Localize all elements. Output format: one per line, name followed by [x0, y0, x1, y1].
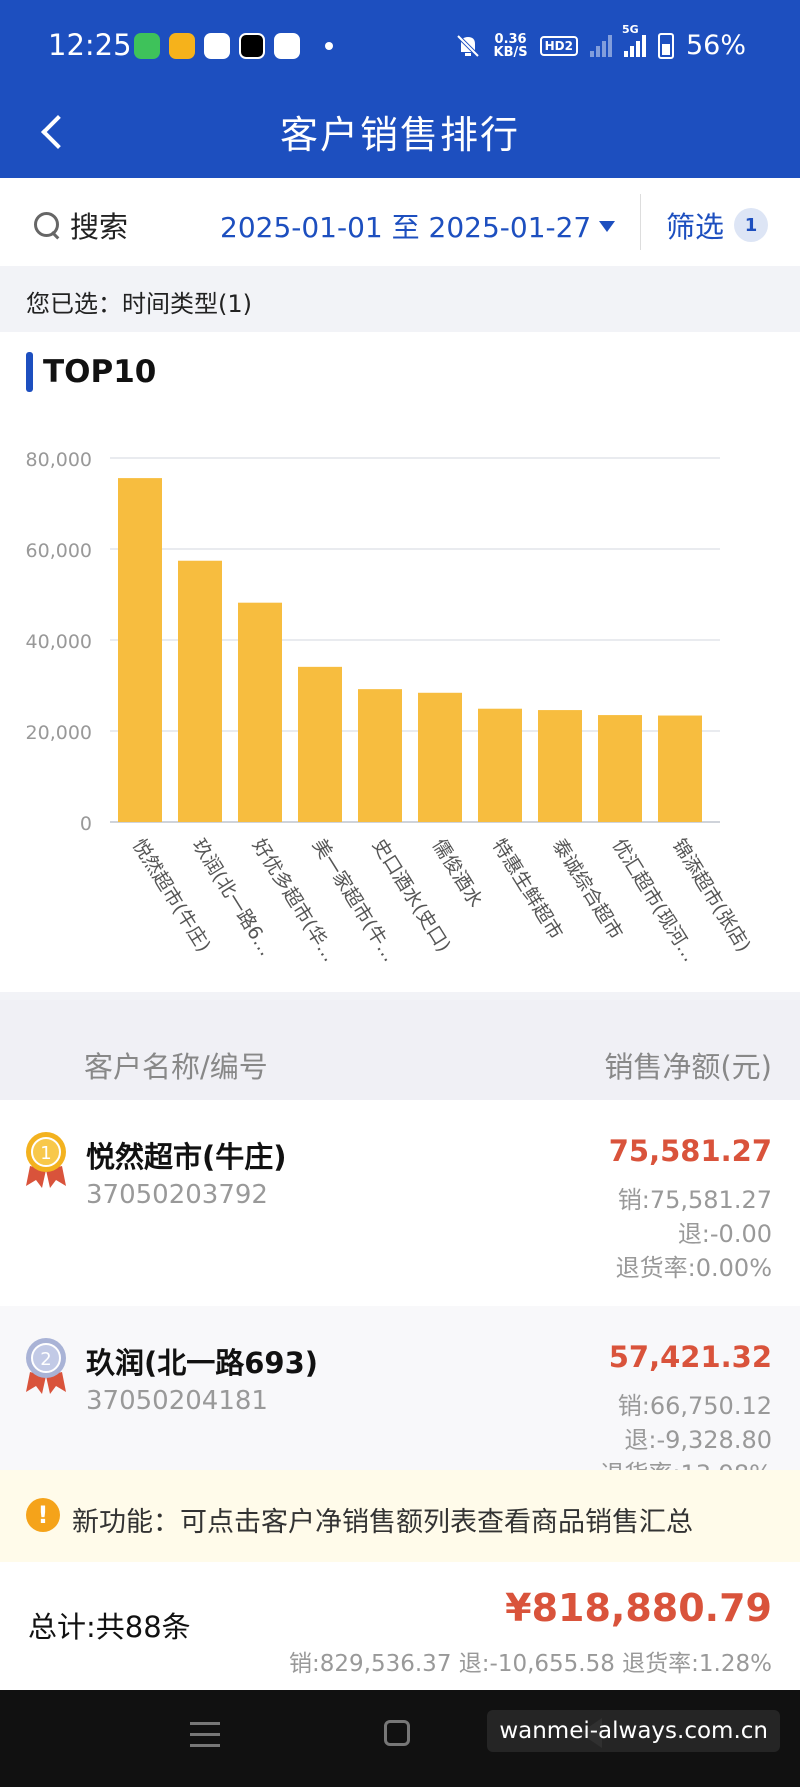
info-icon: ! [26, 1498, 60, 1532]
top10-bar-chart: 020,00040,00060,00080,000悦然超市(牛庄)玖润(北一路6… [26, 449, 755, 966]
return-rate: 退货率:13.98% [600, 1454, 772, 1470]
customer-code: 37050204181 [86, 1386, 268, 1416]
search-button[interactable]: 搜索 [32, 204, 128, 246]
return-amount: 退:-9,328.80 [624, 1426, 772, 1454]
more-notifications-dot-icon [325, 42, 333, 50]
customer-row[interactable]: 1 悦然超市(牛庄) 37050203792 75,581.27 销:75,58… [0, 1100, 800, 1306]
menu-icon[interactable] [190, 1722, 220, 1750]
page-title: 客户销售排行 [279, 113, 520, 157]
total-summary: 总计:共88条 ¥818,880.79 销:829,536.37 退:-10,6… [0, 1562, 800, 1690]
search-icon [32, 210, 62, 240]
bar [658, 715, 702, 822]
date-range-label: 2025-01-01 至 2025-01-27 [220, 211, 592, 244]
customer-code: 37050203792 [86, 1180, 268, 1210]
filter-bar: 搜索 2025-01-01 至 2025-01-27 筛选 1 [0, 178, 800, 266]
list-header: 客户名称/编号 销售净额(元) [0, 1000, 800, 1100]
bar [418, 692, 462, 822]
total-breakdown: 销:829,536.37 退:-10,655.58 退货率:1.28% [289, 1651, 772, 1677]
gold-medal-icon: 1 [26, 1132, 66, 1188]
y-tick-label: 20,000 [26, 722, 92, 744]
total-amount: ¥818,880.79 [505, 1586, 772, 1630]
home-icon[interactable] [384, 1720, 410, 1746]
filter-count-badge: 1 [734, 208, 769, 242]
divider [640, 194, 641, 250]
net-speed: 0.36 KB/S [493, 31, 528, 60]
y-tick-label: 60,000 [26, 540, 92, 562]
top10-card: TOP10 0 20,000 40,000 60,000 80,000 悦然超市(牛庄) 玖… [0, 332, 800, 992]
net-amount: 57,421.32 [608, 1340, 772, 1374]
return-amount: 退:-0.00 [677, 1220, 772, 1248]
rank-label: 1 [40, 1143, 51, 1164]
system-nav-bar: wanmei-always.com.cn [0, 1690, 800, 1787]
silver-medal-icon: 2 [26, 1338, 66, 1394]
bar [538, 710, 582, 822]
new-feature-notice[interactable]: ! 新功能：可点击客户净销售额列表查看商品销售汇总 [0, 1470, 800, 1562]
selected-filters: 您已选：时间类型(1) [0, 266, 800, 332]
caret-down-icon [599, 220, 616, 232]
status-bar: 12:25 0.36 KB/S HD2 5G 56% [0, 0, 800, 90]
customer-name: 悦然超市(牛庄) [86, 1140, 287, 1174]
bar [118, 478, 162, 822]
column-header-amount: 销售净额(元) [604, 1050, 772, 1084]
customer-name: 玖润(北一路693) [86, 1346, 319, 1380]
y-tick-label: 0 [80, 813, 92, 835]
search-label: 搜索 [70, 210, 129, 244]
mute-bell-icon [456, 34, 479, 57]
y-tick-label: 80,000 [26, 449, 92, 471]
browser-icon [274, 33, 300, 59]
battery-percent: 56% [685, 30, 746, 61]
notification-icons [134, 33, 333, 59]
customer-row[interactable]: 2 玖润(北一路693) 37050204181 57,421.32 销:66,… [0, 1306, 800, 1470]
bar [478, 708, 522, 822]
total-count: 总计:共88条 [28, 1610, 191, 1644]
net-amount: 75,581.27 [608, 1134, 772, 1168]
wifi-signal-icon [589, 34, 612, 57]
hd-voice-icon: HD2 [539, 35, 578, 56]
status-time: 12:25 [48, 28, 132, 62]
bar [298, 666, 342, 822]
wechat-app-icon [134, 33, 160, 59]
filter-label: 筛选 [666, 210, 725, 244]
filter-button[interactable]: 筛选 1 [666, 204, 769, 246]
battery-icon [657, 32, 674, 59]
return-rate: 退货率:0.00% [615, 1254, 772, 1282]
bar [178, 560, 222, 822]
date-range-picker[interactable]: 2025-01-01 至 2025-01-27 [220, 206, 616, 246]
capcut-icon [239, 33, 265, 59]
bar [358, 689, 402, 822]
bar [598, 715, 642, 822]
sales-amount: 销:66,750.12 [617, 1392, 772, 1420]
column-header-name: 客户名称/编号 [84, 1050, 268, 1084]
rank-label: 2 [40, 1349, 51, 1370]
status-right: 0.36 KB/S HD2 5G 56% [454, 23, 746, 61]
top-bar: 12:25 0.36 KB/S HD2 5G 56% 客户销售排行 [0, 0, 800, 178]
notice-text: 新功能：可点击客户净销售额列表查看商品销售汇总 [72, 1507, 693, 1538]
sales-amount: 销:75,581.27 [617, 1186, 772, 1214]
x-tick-label: 儒俊酒水 [428, 835, 487, 911]
watermark: wanmei-always.com.cn [487, 1710, 780, 1752]
app-icon [169, 33, 195, 59]
cell-signal-icon: 5G [622, 23, 646, 57]
play-store-icon [204, 33, 230, 59]
bar [238, 602, 282, 822]
y-tick-label: 40,000 [26, 631, 92, 653]
app-header: 客户销售排行 [0, 90, 800, 178]
